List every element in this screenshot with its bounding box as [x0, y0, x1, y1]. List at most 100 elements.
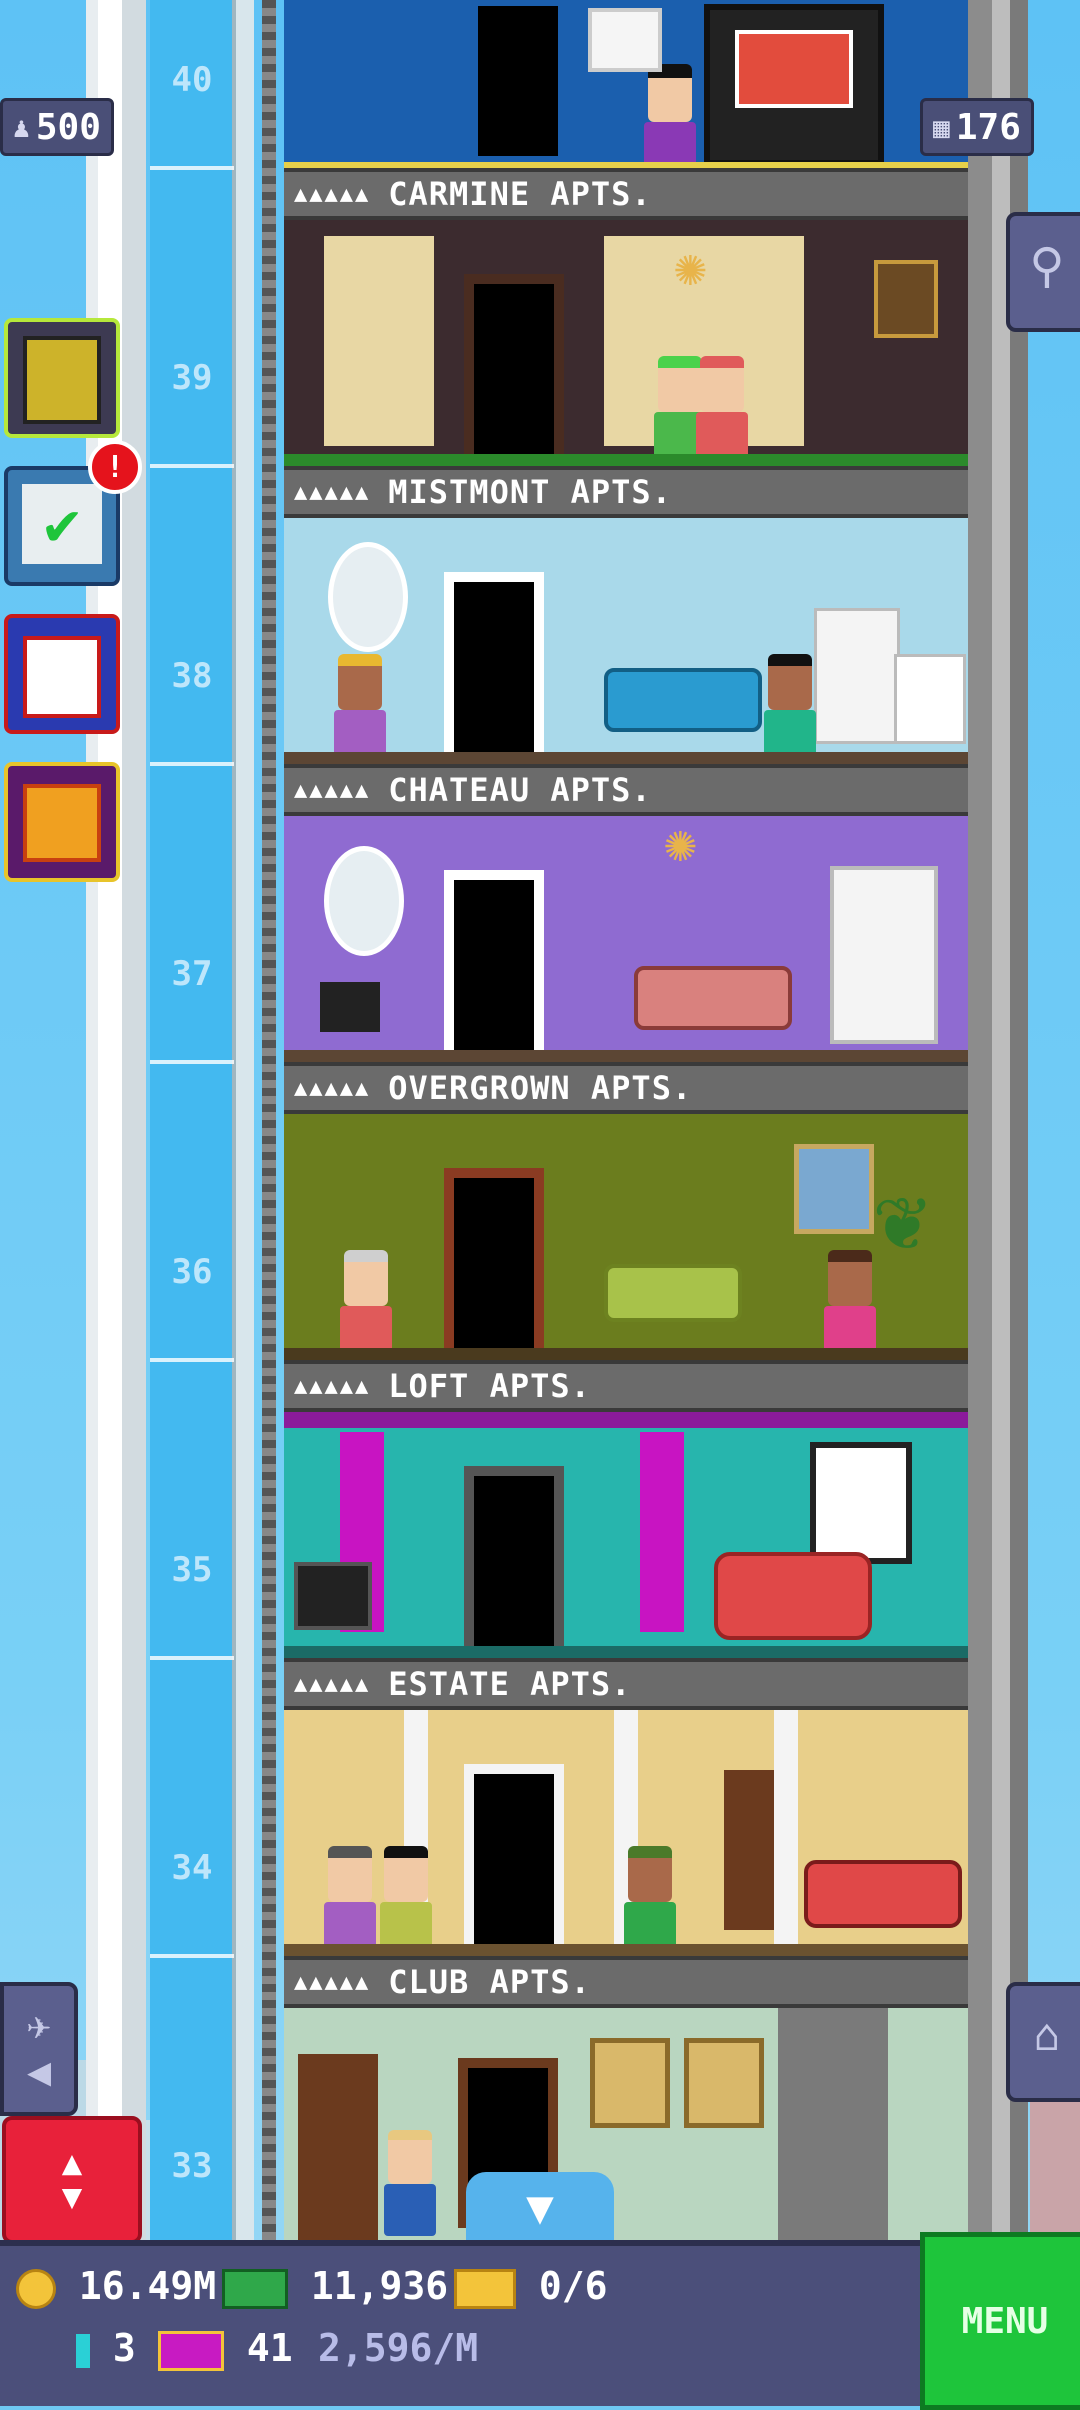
resident[interactable]: [696, 356, 748, 464]
calculator-button[interactable]: [4, 318, 120, 438]
elevator-rail: [232, 0, 254, 2240]
resident[interactable]: [340, 1250, 392, 1358]
door: [444, 572, 544, 752]
floor-top[interactable]: [284, 0, 968, 168]
scroll-down-button[interactable]: ▼: [466, 2172, 614, 2242]
keys-stat[interactable]: 3: [76, 2326, 136, 2370]
room-club: [284, 2008, 968, 2240]
wall-picture: [588, 8, 662, 72]
floor-chateau[interactable]: ▲▲▲▲▲ CHATEAU APTS. ✺: [284, 764, 968, 1062]
floor-name: CHATEAU APTS.: [388, 771, 652, 809]
vip-icon: [158, 2330, 224, 2371]
floor-number: 38: [171, 656, 213, 696]
stereo: [294, 1562, 372, 1630]
resident[interactable]: [824, 1250, 876, 1358]
sofa: [634, 966, 792, 1030]
missions-icon: ✔: [22, 484, 102, 564]
star-rating: ▲▲▲▲▲: [294, 1075, 371, 1101]
bux-stat[interactable]: 11,936: [222, 2264, 448, 2309]
calendar-button[interactable]: [4, 614, 120, 734]
floor-overgrown[interactable]: ▲▲▲▲▲ OVERGROWN APTS. ❦: [284, 1062, 968, 1360]
floor-estate[interactable]: ▲▲▲▲▲ ESTATE APTS.: [284, 1658, 968, 1956]
cabinet: [830, 866, 938, 1044]
resident[interactable]: [380, 1846, 432, 1954]
floors-counter[interactable]: ▦ 176: [920, 98, 1034, 156]
coins-stat[interactable]: 16.49M: [16, 2264, 216, 2309]
gift-icon: [23, 784, 101, 862]
income-rate: 2,596/M: [318, 2326, 479, 2370]
coin-icon: [16, 2268, 56, 2309]
keys-value: 3: [112, 2326, 136, 2370]
visitor-elevator-button[interactable]: ✈ ◀: [0, 1982, 78, 2116]
floor-name: ESTATE APTS.: [388, 1665, 632, 1703]
floors-value: 176: [955, 106, 1021, 148]
bookshelf: [724, 1770, 774, 1930]
vip-value: 41: [246, 2326, 293, 2370]
chandelier-icon: ✺: [664, 816, 697, 874]
bux-value: 11,936: [310, 2264, 449, 2308]
sofa: [604, 1264, 742, 1322]
floor-label: ▲▲▲▲▲ OVERGROWN APTS.: [284, 1062, 968, 1114]
search-button[interactable]: ⚲: [1006, 212, 1080, 332]
population-value: 500: [35, 106, 101, 148]
tickets-stat[interactable]: 0/6: [454, 2264, 608, 2309]
stove: [894, 654, 966, 744]
plant-icon: ❦: [874, 1166, 929, 1271]
resident[interactable]: [624, 1846, 676, 1954]
pillar: [774, 1710, 798, 1944]
ticket-icon: [454, 2268, 516, 2309]
tickets-value: 0/6: [538, 2264, 608, 2308]
fridge: [814, 608, 900, 744]
calculator-icon: [23, 336, 101, 424]
up-arrow-icon: ▲: [61, 2143, 83, 2183]
floor-label: ▲▲▲▲▲ MISTMONT APTS.: [284, 466, 968, 518]
elevator-icon: ✈: [26, 2003, 52, 2049]
resident[interactable]: [644, 64, 696, 168]
wallpaper-panel: [324, 236, 434, 446]
population-counter[interactable]: ♟ 500: [0, 98, 114, 156]
resident[interactable]: [764, 654, 816, 762]
floor-number: 40: [171, 60, 213, 100]
floor-separator: [150, 1954, 234, 1958]
floor-number: 37: [171, 954, 213, 994]
chandelier-icon: ✺: [674, 235, 707, 298]
tower-right-wall: [968, 0, 1028, 2240]
tv-cabinet: [704, 4, 884, 166]
elevator-button[interactable]: ▲ ▼: [2, 2116, 142, 2244]
resident[interactable]: [324, 1846, 376, 1954]
mirror: [328, 542, 408, 652]
floor-number: 34: [171, 1848, 213, 1888]
door: [464, 1466, 564, 1646]
floor-name: CARMINE APTS.: [388, 175, 652, 213]
star-rating: ▲▲▲▲▲: [294, 777, 371, 803]
room-estate: [284, 1710, 968, 1956]
sofa: [804, 1860, 962, 1928]
menu-button[interactable]: MENU: [920, 2232, 1080, 2410]
floor-label: ▲▲▲▲▲ ESTATE APTS.: [284, 1658, 968, 1710]
gift-button[interactable]: [4, 762, 120, 882]
elevator-shaft[interactable]: [150, 0, 234, 2240]
room-chateau: ✺: [284, 816, 968, 1062]
floor-carmine[interactable]: ▲▲▲▲▲ CARMINE APTS. ✺: [284, 168, 968, 466]
floor-loft[interactable]: ▲▲▲▲▲ LOFT APTS.: [284, 1360, 968, 1658]
floor-name: LOFT APTS.: [388, 1367, 591, 1405]
vip-stat[interactable]: 41: [158, 2326, 293, 2371]
floor-club[interactable]: ▲▲▲▲▲ CLUB APTS.: [284, 1956, 968, 2240]
portrait: [684, 2038, 764, 2128]
calendar-icon: [23, 636, 101, 718]
floor-mistmont[interactable]: ▲▲▲▲▲ MISTMONT APTS.: [284, 466, 968, 764]
bookshelf: [298, 2054, 378, 2240]
curtain: [640, 1432, 684, 1632]
room-carmine: ✺: [284, 220, 968, 466]
floors-icon: ▦: [933, 110, 950, 144]
floor-name: CLUB APTS.: [388, 1963, 591, 2001]
resident[interactable]: [384, 2130, 436, 2236]
floor-number: 33: [171, 2146, 213, 2186]
sofa: [714, 1552, 872, 1640]
down-arrow-icon: ▼: [61, 2177, 83, 2217]
floor-name: MISTMONT APTS.: [388, 473, 672, 511]
floor-separator: [150, 762, 234, 766]
home-button[interactable]: ⌂: [1006, 1982, 1080, 2102]
resident[interactable]: [334, 654, 386, 762]
mirror: [324, 846, 404, 956]
